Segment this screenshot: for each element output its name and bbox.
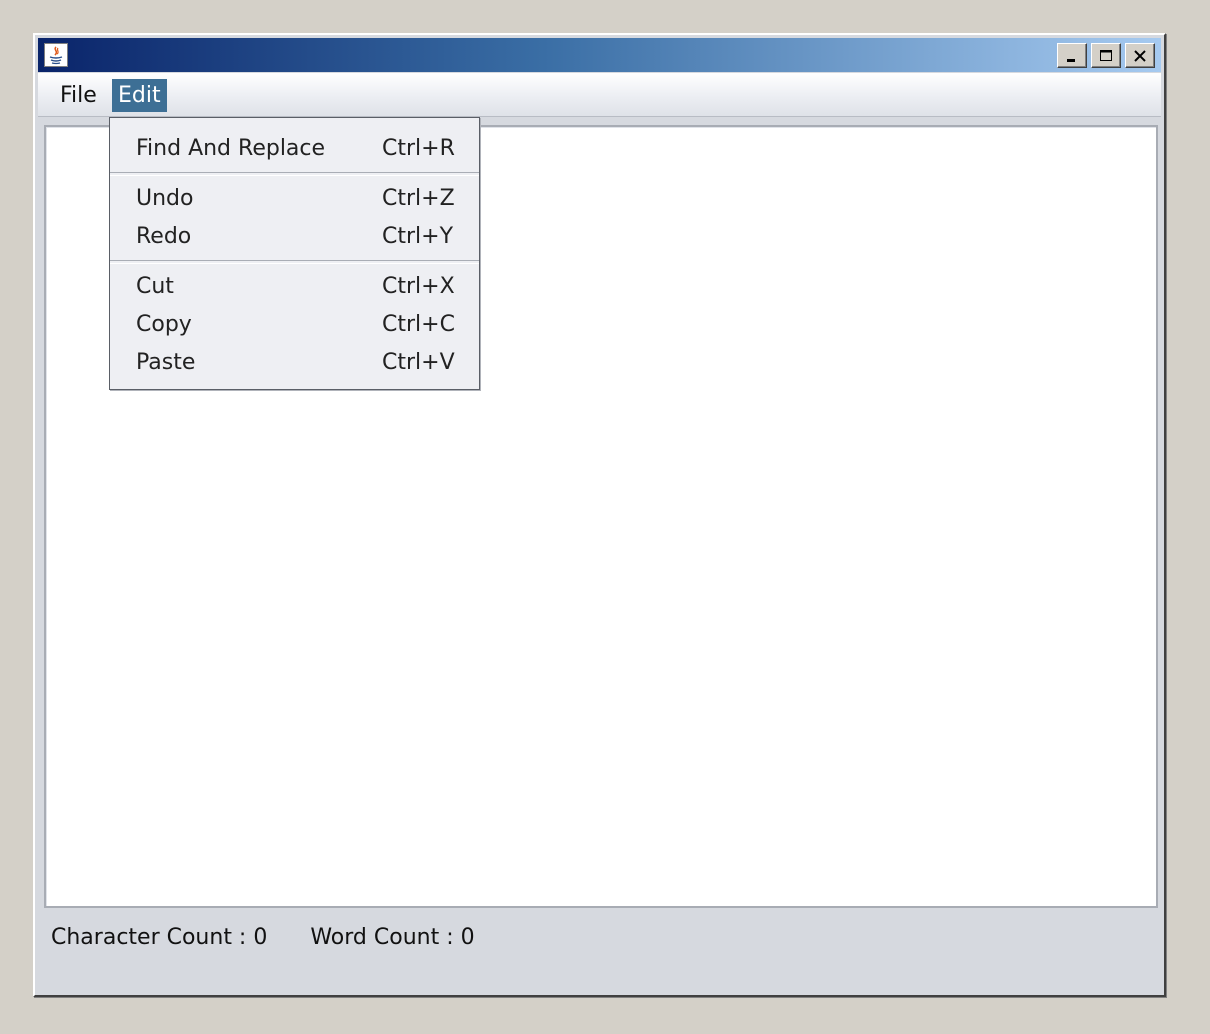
menu-item-cut[interactable]: Cut Ctrl+X <box>110 268 479 306</box>
minimize-icon <box>1067 59 1075 62</box>
menu-item-find-and-replace[interactable]: Find And Replace Ctrl+R <box>110 130 479 168</box>
minimize-button[interactable] <box>1057 43 1087 68</box>
menu-file[interactable]: File <box>54 79 103 112</box>
menu-bar: File Edit <box>38 73 1161 117</box>
edit-dropdown-menu: Find And Replace Ctrl+R Undo Ctrl+Z Redo… <box>109 117 480 390</box>
character-count: Character Count : 0 <box>51 925 268 950</box>
menu-separator <box>110 172 479 176</box>
menu-item-shortcut: Ctrl+V <box>382 350 455 375</box>
menu-item-label: Cut <box>136 274 174 299</box>
maximize-button[interactable] <box>1091 43 1121 68</box>
close-button[interactable] <box>1125 43 1155 68</box>
menu-item-paste[interactable]: Paste Ctrl+V <box>110 344 479 382</box>
menu-item-shortcut: Ctrl+X <box>382 274 455 299</box>
menu-item-shortcut: Ctrl+C <box>382 312 455 337</box>
java-icon[interactable] <box>44 43 68 67</box>
menu-item-label: Copy <box>136 312 192 337</box>
title-bar[interactable] <box>38 38 1161 72</box>
word-count: Word Count : 0 <box>310 925 475 950</box>
menu-item-label: Undo <box>136 186 194 211</box>
menu-item-shortcut: Ctrl+R <box>382 136 455 161</box>
menu-item-label: Paste <box>136 350 196 375</box>
menu-item-copy[interactable]: Copy Ctrl+C <box>110 306 479 344</box>
status-bar: Character Count : 0 Word Count : 0 <box>51 923 511 953</box>
menu-edit[interactable]: Edit <box>112 79 167 112</box>
menu-item-redo[interactable]: Redo Ctrl+Y <box>110 218 479 256</box>
menu-item-shortcut: Ctrl+Y <box>382 224 454 249</box>
menu-item-label: Find And Replace <box>136 136 326 161</box>
menu-item-undo[interactable]: Undo Ctrl+Z <box>110 180 479 218</box>
menu-item-shortcut: Ctrl+Z <box>382 186 455 211</box>
maximize-icon <box>1100 50 1112 61</box>
menu-item-label: Redo <box>136 224 192 249</box>
close-icon <box>1134 50 1146 62</box>
menu-separator <box>110 260 479 264</box>
